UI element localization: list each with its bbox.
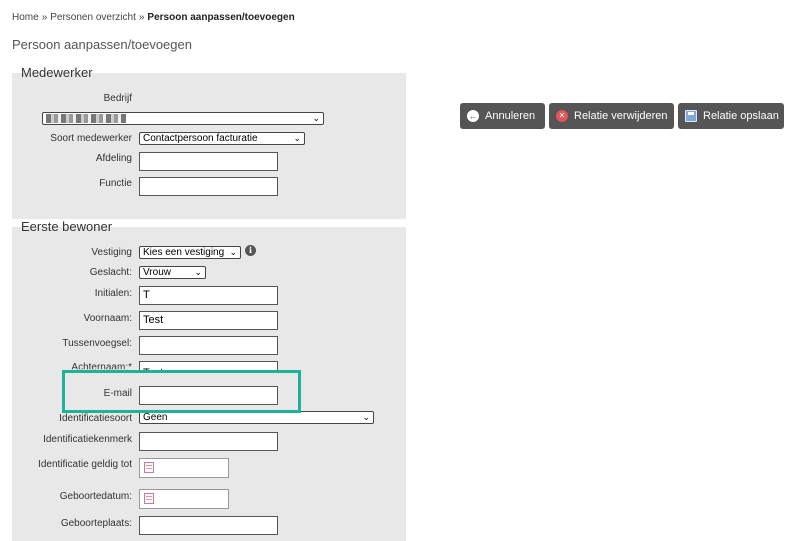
geboorteplaats-input[interactable] xyxy=(139,516,278,535)
tussenvoegsel-label: Tussenvoegsel: xyxy=(62,338,132,349)
chevron-down-icon: ⌄ xyxy=(293,133,301,143)
vestiging-value: Kies een vestiging xyxy=(143,247,225,258)
voornaam-input[interactable]: Test xyxy=(139,311,278,330)
breadcrumb-current: Persoon aanpassen/toevoegen xyxy=(147,12,295,23)
afdeling-input[interactable] xyxy=(139,152,278,171)
breadcrumb-separator: » xyxy=(41,12,48,23)
cancel-button[interactable]: ← Annuleren xyxy=(460,103,545,129)
functie-input[interactable] xyxy=(139,177,278,196)
bedrijf-redacted-value xyxy=(46,113,126,123)
delete-relation-button-label: Relatie verwijderen xyxy=(574,110,668,122)
achternaam-label: Achternaam:* xyxy=(71,362,132,373)
breadcrumb-home-link[interactable]: Home xyxy=(12,12,39,23)
geboortedatum-date-input[interactable] xyxy=(139,489,229,509)
initialen-input[interactable]: T xyxy=(139,286,278,305)
breadcrumb: Home» Personen overzicht» Persoon aanpasse… xyxy=(12,12,295,23)
email-input[interactable] xyxy=(139,386,278,405)
geboorteplaats-label: Geboorteplaats: xyxy=(60,518,132,529)
initialen-label: Initialen: xyxy=(94,288,132,299)
delete-relation-button[interactable]: ✕ Relatie verwijderen xyxy=(549,103,674,129)
soort-medewerker-value: Contactpersoon facturatie xyxy=(143,133,258,144)
save-relation-button[interactable]: Relatie opslaan xyxy=(678,103,784,129)
identificatie-geldig-label: Identificatie geldig tot xyxy=(38,459,132,470)
achternaam-input[interactable]: Testpersoon xyxy=(139,361,278,373)
identificatie-geldig-date-input[interactable] xyxy=(139,458,229,478)
soort-medewerker-label: Soort medewerker xyxy=(50,133,132,144)
soort-medewerker-select[interactable]: Contactpersoon facturatie ⌄ xyxy=(139,132,305,145)
identificatiesoort-label: Identificatiesoort xyxy=(59,413,132,424)
geboortedatum-label: Geboortedatum: xyxy=(59,491,132,502)
bewoner-legend: Eerste bewoner xyxy=(21,219,113,234)
arrow-left-circle-icon: ← xyxy=(467,110,479,122)
geslacht-select[interactable]: Vrouw ⌄ xyxy=(139,266,206,279)
identificatiekenmerk-label: Identificatiekenmerk xyxy=(43,434,132,445)
close-circle-icon: ✕ xyxy=(556,110,568,122)
chevron-down-icon: ⌄ xyxy=(194,267,202,277)
afdeling-label: Afdeling xyxy=(95,153,132,164)
vestiging-label: Vestiging xyxy=(91,247,132,258)
tussenvoegsel-input[interactable] xyxy=(139,336,278,355)
voornaam-label: Voornaam: xyxy=(83,313,132,324)
bewoner-fieldset: Eerste bewoner Vestiging Kies een vestig… xyxy=(12,219,406,541)
chevron-down-icon: ⌄ xyxy=(312,113,320,123)
floppy-disk-icon xyxy=(685,110,697,122)
info-icon[interactable]: i xyxy=(245,245,256,256)
breadcrumb-separator: » xyxy=(138,12,145,23)
calendar-icon[interactable] xyxy=(144,462,154,473)
bedrijf-label: Bedrijf xyxy=(103,93,132,104)
email-label: E-mail xyxy=(103,388,132,399)
save-relation-button-label: Relatie opslaan xyxy=(703,110,779,122)
geslacht-label: Geslacht: xyxy=(89,267,132,278)
identificatiekenmerk-input[interactable] xyxy=(139,432,278,451)
vestiging-select[interactable]: Kies een vestiging ⌄ xyxy=(139,246,241,259)
cancel-button-label: Annuleren xyxy=(485,110,536,122)
identificatiesoort-select[interactable]: Geen ⌄ xyxy=(139,411,374,424)
bedrijf-select[interactable]: ⌄ xyxy=(42,112,324,125)
chevron-down-icon: ⌄ xyxy=(229,247,237,257)
geslacht-value: Vrouw xyxy=(143,267,171,278)
identificatiesoort-value: Geen xyxy=(143,412,168,423)
chevron-down-icon: ⌄ xyxy=(362,412,370,422)
functie-label: Functie xyxy=(99,178,132,189)
breadcrumb-overview-link[interactable]: Personen overzicht xyxy=(50,12,136,23)
medewerker-legend: Medewerker xyxy=(21,65,93,80)
calendar-icon[interactable] xyxy=(144,493,154,504)
page-title: Persoon aanpassen/toevoegen xyxy=(12,37,192,52)
medewerker-fieldset: Medewerker Bedrijf ⌄ Soort medewerker Co… xyxy=(12,65,406,219)
